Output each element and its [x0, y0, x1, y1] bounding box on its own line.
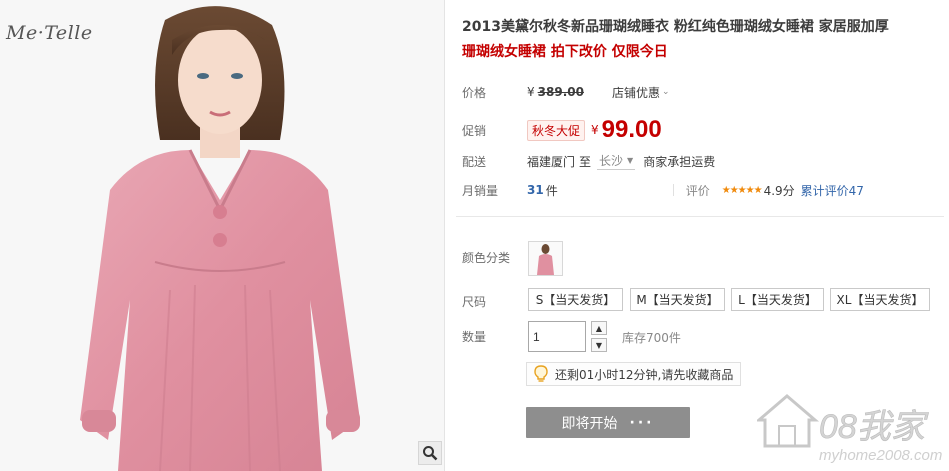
- destination-city-select[interactable]: 长沙 ▼: [597, 152, 636, 170]
- ship-to-word: 至: [579, 154, 592, 169]
- size-option-l[interactable]: L【当天发货】: [731, 288, 824, 311]
- review-count-link[interactable]: 累计评价47: [801, 182, 864, 199]
- monthly-sales-label: 月销量: [462, 183, 499, 198]
- color-swatch-image: [529, 242, 562, 275]
- divider: [672, 184, 674, 196]
- quantity-decrease-button[interactable]: ▼: [591, 338, 607, 352]
- star-rating-icon: ★★★★★: [721, 184, 763, 196]
- color-option-pink[interactable]: [528, 241, 563, 276]
- color-label: 颜色分类: [462, 251, 511, 265]
- countdown-notice: 还剩01小时12分钟,请先收藏商品: [526, 362, 741, 386]
- quantity-input[interactable]: [528, 321, 586, 352]
- countdown-text: 还剩01小时12分钟,请先收藏商品: [555, 367, 734, 382]
- brand-logo: Me·Telle: [6, 22, 93, 44]
- section-divider: [456, 216, 944, 217]
- shipping-row: 配送 福建厦门 至 长沙 ▼ 商家承担运费: [462, 148, 715, 174]
- shipping-label: 配送: [462, 154, 487, 169]
- ship-from: 福建厦门: [527, 154, 576, 169]
- coming-soon-button[interactable]: 即将开始 ···: [526, 407, 690, 438]
- product-subtitle: 珊瑚绒女睡裙 拍下改价 仅限今日: [462, 44, 668, 60]
- freight-info: 商家承担运费: [643, 154, 716, 169]
- current-price: 99.00: [601, 116, 662, 143]
- watermark-logo: 08我家 myhome2008.com: [754, 388, 949, 471]
- watermark-brand: 08我家: [819, 408, 929, 446]
- rating-score: 4.9分: [763, 183, 795, 198]
- rating-label: 评价: [685, 183, 710, 198]
- price-label: 价格: [462, 85, 487, 100]
- quantity-label: 数量: [462, 330, 487, 344]
- shop-discount-label: 店铺优惠: [611, 85, 660, 100]
- lightbulb-icon: [531, 364, 551, 384]
- magnifier-glyph: [423, 446, 438, 461]
- sales-row: 月销量 31 件 评价 ★★★★★ 4.9分 累计评价47: [462, 177, 864, 203]
- ellipsis-icon: ···: [629, 414, 655, 431]
- shop-discount-dropdown[interactable]: 店铺优惠 ⌄: [612, 84, 670, 101]
- promo-row: 促销 秋冬大促 ¥ 99.00: [462, 115, 662, 145]
- watermark-graphic: 08我家 myhome2008.com: [754, 394, 942, 464]
- caret-up-icon: ▲: [595, 323, 603, 333]
- magnifier-icon[interactable]: [418, 441, 442, 465]
- monthly-sales-unit: 件: [545, 183, 558, 198]
- product-main-image: [80, 6, 360, 471]
- chevron-down-icon: ⌄: [661, 87, 670, 97]
- caret-down-icon: ▼: [595, 340, 603, 350]
- stock-count: 库存700件: [622, 331, 681, 345]
- product-title: 2013美黛尔秋冬新品珊瑚绒睡衣 粉红纯色珊瑚绒女睡裙 家居服加厚: [462, 19, 889, 35]
- destination-city: 长沙: [599, 154, 624, 168]
- original-price-value: 389.00: [537, 85, 584, 99]
- original-price: ¥389.00: [527, 85, 584, 99]
- size-label: 尺码: [462, 295, 487, 309]
- brand-logo-text: Me·Telle: [6, 22, 93, 44]
- promo-tag: 秋冬大促: [527, 119, 586, 141]
- currency-symbol: ¥: [591, 123, 599, 137]
- watermark-url: myhome2008.com: [819, 447, 942, 464]
- quantity-increase-button[interactable]: ▲: [591, 321, 607, 335]
- currency-symbol: ¥: [527, 85, 535, 99]
- caret-down-icon: ▼: [627, 156, 634, 165]
- size-option-m[interactable]: M【当天发货】: [630, 288, 725, 311]
- gallery-divider: [444, 0, 445, 471]
- size-option-xl[interactable]: XL【当天发货】: [830, 288, 930, 311]
- monthly-sales-count: 31: [527, 183, 544, 197]
- promo-label: 促销: [462, 123, 487, 138]
- price-box: 价格 ¥389.00 店铺优惠 ⌄ 促销 秋冬大促 ¥ 99.00 配送 福建厦门…: [456, 71, 946, 215]
- price-row: 价格 ¥389.00 店铺优惠 ⌄: [462, 79, 670, 105]
- product-gallery[interactable]: Me·Telle: [0, 0, 445, 471]
- coming-soon-label: 即将开始: [561, 415, 618, 432]
- size-option-s[interactable]: S【当天发货】: [528, 288, 623, 311]
